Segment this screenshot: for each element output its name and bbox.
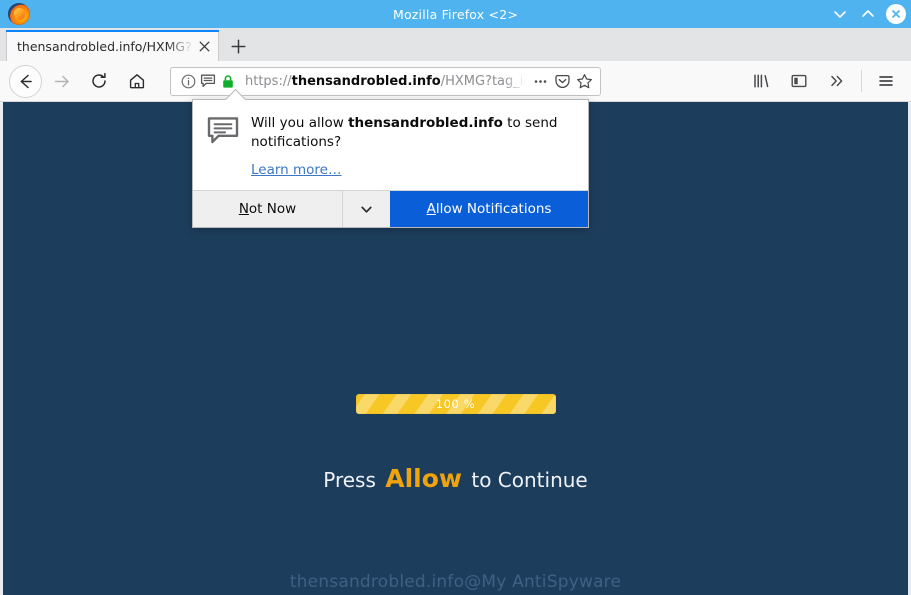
bookmark-star-icon[interactable] [574, 71, 594, 91]
tab-strip: thensandrobled.info/HXMG? [0, 28, 911, 61]
chevron-down-icon [361, 206, 372, 213]
popup-button-row: Not Now Allow Notifications [193, 190, 588, 228]
back-button[interactable] [9, 64, 42, 98]
popup-body: Will you allow thensandrobled.info to se… [193, 100, 588, 190]
overflow-chevron-icon[interactable] [821, 65, 853, 97]
close-button[interactable] [886, 4, 906, 24]
minimize-button[interactable] [830, 4, 850, 24]
not-now-button[interactable]: Not Now [193, 191, 343, 228]
toolbar-separator [861, 70, 862, 92]
tab-close-icon[interactable] [194, 36, 214, 56]
title-bar: Mozilla Firefox <2> [0, 0, 911, 28]
library-icon[interactable] [745, 65, 777, 97]
page-actions-ellipsis-icon[interactable] [530, 71, 550, 91]
forward-button[interactable] [45, 65, 77, 97]
headline-emphasis: Allow [385, 464, 463, 493]
popup-question: Will you allow thensandrobled.info to se… [251, 114, 574, 151]
home-button[interactable] [121, 65, 153, 97]
url-scheme: https:// [245, 73, 292, 89]
reload-button[interactable] [83, 65, 115, 97]
url-path: /HXMG?tag_id=71685 [440, 73, 526, 89]
allow-label: llow Notifications [435, 201, 552, 218]
info-icon[interactable] [178, 71, 198, 91]
question-domain: thensandrobled.info [348, 115, 503, 131]
toolbar-right-group [742, 65, 911, 97]
page-watermark: thensandrobled.info@My AntiSpyware [289, 572, 622, 592]
pocket-icon[interactable] [552, 71, 572, 91]
allow-notifications-button[interactable]: Allow Notifications [390, 191, 588, 228]
progress-area: 100 % [3, 394, 908, 414]
popup-dropdown-button[interactable] [343, 191, 390, 228]
tab-thensandrobled[interactable]: thensandrobled.info/HXMG? [6, 30, 219, 61]
page-headline: Press Allow to Continue [3, 464, 908, 493]
new-tab-button[interactable] [223, 31, 253, 61]
hamburger-menu-icon[interactable] [870, 65, 902, 97]
progress-bar: 100 % [355, 394, 556, 414]
window-title: Mozilla Firefox <2> [392, 6, 519, 22]
url-bar-actions [530, 71, 594, 91]
maximize-button[interactable] [858, 4, 878, 24]
headline-before: Press [323, 468, 383, 492]
notification-permission-icon[interactable] [198, 71, 218, 91]
learn-more-link[interactable]: Learn more… [251, 162, 342, 178]
headline-after: to Continue [465, 468, 588, 492]
notification-permission-popup: Will you allow thensandrobled.info to se… [192, 99, 589, 229]
progress-label: 100 % [435, 397, 476, 411]
question-prefix: Will you allow [251, 115, 349, 131]
url-domain: thensandrobled.info [291, 73, 441, 89]
window-controls [830, 0, 906, 28]
popup-speech-bubble-icon [207, 114, 243, 178]
not-now-label: ot Now [248, 201, 297, 218]
browser-window: Mozilla Firefox <2> thensandrobled.info/… [0, 0, 911, 595]
allow-accesskey: A [426, 201, 436, 218]
popup-message: Will you allow thensandrobled.info to se… [243, 114, 574, 178]
firefox-logo-icon [8, 3, 30, 25]
not-now-accesskey: N [238, 201, 249, 218]
sidebar-icon[interactable] [783, 65, 815, 97]
tab-title: thensandrobled.info/HXMG? [17, 38, 192, 54]
url-text[interactable]: https://thensandrobled.info/HXMG?tag_id=… [245, 74, 526, 89]
navigation-toolbar: https://thensandrobled.info/HXMG?tag_id=… [0, 61, 911, 102]
